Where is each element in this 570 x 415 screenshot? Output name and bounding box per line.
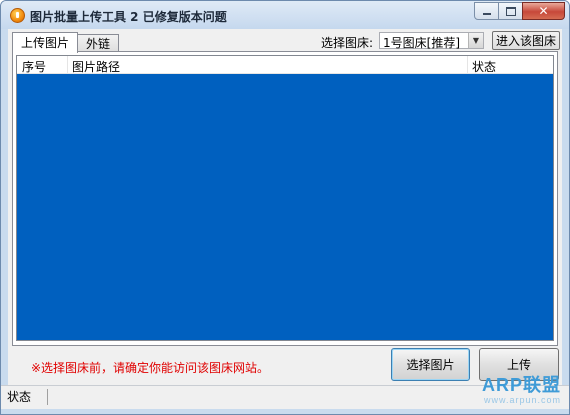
host-select-value: 1号图床[推荐] [383, 36, 460, 50]
column-header-path[interactable]: 图片路径 [72, 58, 120, 75]
image-list[interactable]: 序号 图片路径 状态 [16, 55, 554, 341]
host-select-dropdown[interactable]: 1号图床[推荐] ▼ [379, 32, 484, 50]
tab-upload-images[interactable]: 上传图片 [12, 32, 79, 53]
column-header-status[interactable]: 状态 [472, 58, 496, 75]
status-label: 状态 [3, 389, 48, 405]
column-header-index[interactable]: 序号 [22, 58, 46, 75]
list-body[interactable] [17, 74, 553, 340]
close-icon: ✕ [538, 4, 549, 18]
watermark-logo: ARP联盟 www.arpun.com [482, 375, 561, 405]
close-button[interactable]: ✕ [522, 2, 565, 20]
maximize-icon [505, 6, 516, 16]
column-divider[interactable] [467, 56, 468, 73]
column-divider[interactable] [67, 56, 68, 73]
enter-host-button[interactable]: 进入该图床 [492, 31, 560, 50]
watermark-url: www.arpun.com [483, 395, 561, 405]
tab-panel: 序号 图片路径 状态 [12, 51, 558, 346]
status-bar: 状态 ARP联盟 www.arpun.com [1, 375, 569, 409]
host-notice: ※选择图床前，请确定你能访问该图床网站。 [31, 361, 270, 375]
tab-strip: 上传图片 外链 [12, 32, 120, 53]
maximize-button[interactable] [498, 2, 523, 20]
host-select-label: 选择图床: [321, 36, 374, 50]
title-bar[interactable]: 图片批量上传工具 2 已修复版本问题 ✕ [1, 1, 569, 29]
chevron-down-icon[interactable]: ▼ [468, 33, 483, 48]
select-images-button[interactable]: 选择图片 [391, 348, 470, 381]
caption-buttons: ✕ [474, 2, 565, 21]
app-window: 图片批量上传工具 2 已修复版本问题 ✕ 上传图片 外链 选择图床: 1号图床[… [0, 0, 570, 415]
minimize-icon [482, 13, 491, 15]
window-title: 图片批量上传工具 2 已修复版本问题 [30, 10, 227, 24]
minimize-button[interactable] [474, 2, 499, 20]
client-area: 上传图片 外链 选择图床: 1号图床[推荐] ▼ 进入该图床 序号 图片路径 状… [8, 29, 562, 385]
watermark-text: ARP联盟 [481, 375, 561, 395]
app-icon[interactable] [10, 8, 25, 23]
list-header: 序号 图片路径 状态 [17, 56, 553, 74]
